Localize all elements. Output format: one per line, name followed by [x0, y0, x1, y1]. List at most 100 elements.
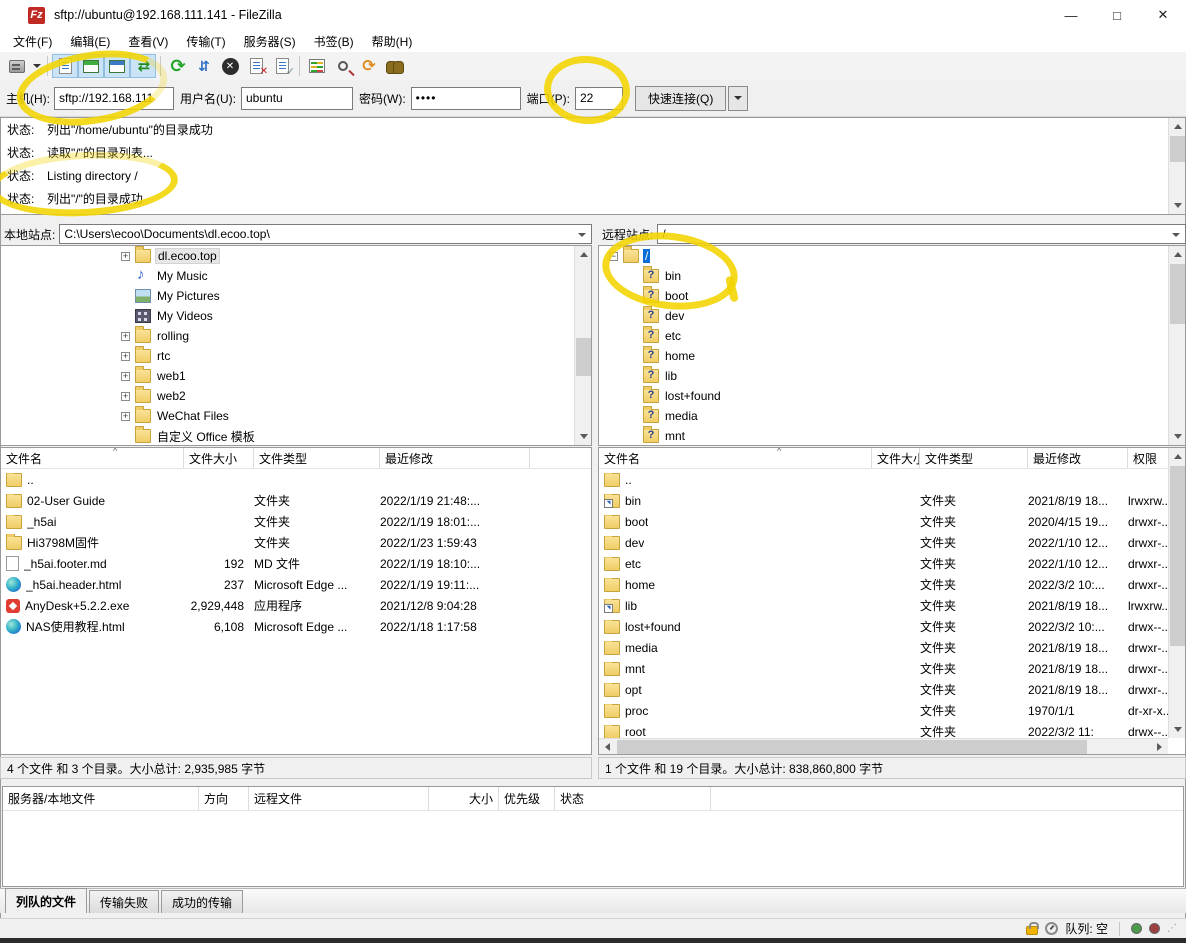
file-row[interactable]: proc文件夹1970/1/1dr-xr-x...	[599, 700, 1185, 721]
tree-item[interactable]: mnt	[599, 426, 1185, 446]
queue-col-remote-file[interactable]: 远程文件	[249, 787, 429, 810]
refresh-icon[interactable]: ⟳	[165, 54, 191, 78]
file-row[interactable]: ..	[1, 469, 591, 490]
column-header-size[interactable]: 文件大小	[872, 448, 920, 468]
file-row[interactable]: dev文件夹2022/1/10 12...drwxr-...	[599, 532, 1185, 553]
site-manager-icon[interactable]	[4, 54, 30, 78]
file-row[interactable]: ..	[599, 469, 1185, 490]
tree-item[interactable]: My Pictures	[1, 286, 591, 306]
tree-item[interactable]: −/	[599, 246, 1185, 266]
disconnect-icon[interactable]: ✕	[243, 54, 269, 78]
file-row[interactable]: _h5ai.header.html237Microsoft Edge ...20…	[1, 574, 591, 595]
tree-item[interactable]: +dl.ecoo.top	[1, 246, 591, 266]
synchronized-browsing-icon[interactable]: ⟳	[356, 54, 382, 78]
file-row[interactable]: home文件夹2022/3/2 10:...drwxr-...	[599, 574, 1185, 595]
column-header-permissions[interactable]: 权限	[1128, 448, 1170, 468]
toggle-transfer-queue-icon[interactable]: ⇄	[130, 54, 156, 78]
username-input[interactable]: ubuntu	[241, 87, 353, 110]
minimize-button[interactable]: —	[1048, 0, 1094, 30]
file-row[interactable]: NAS使用教程.html6,108Microsoft Edge ...2022/…	[1, 616, 591, 637]
column-header-size[interactable]: 文件大小	[184, 448, 254, 468]
tree-item[interactable]: My Videos	[1, 306, 591, 326]
site-manager-dropdown-icon[interactable]	[30, 54, 43, 78]
file-row[interactable]: etc文件夹2022/1/10 12...drwxr-...	[599, 553, 1185, 574]
file-row[interactable]: lib文件夹2021/8/19 18...lrwxrw...	[599, 595, 1185, 616]
tree-item[interactable]: home	[599, 346, 1185, 366]
remote-path-combo[interactable]: /	[657, 224, 1186, 244]
file-row[interactable]: Hi3798M固件文件夹2022/1/23 1:59:43	[1, 532, 591, 553]
tree-item[interactable]: +web2	[1, 386, 591, 406]
tree-item[interactable]: boot	[599, 286, 1185, 306]
column-header-name[interactable]: 文件名	[599, 448, 872, 468]
queue-col-priority[interactable]: 优先级	[499, 787, 555, 810]
file-row[interactable]: mnt文件夹2021/8/19 18...drwxr-...	[599, 658, 1185, 679]
queue-col-direction[interactable]: 方向	[199, 787, 249, 810]
file-row[interactable]: AnyDesk+5.2.2.exe2,929,448应用程序2021/12/8 …	[1, 595, 591, 616]
local-path-combo[interactable]: C:\Users\ecoo\Documents\dl.ecoo.top\	[59, 224, 592, 244]
file-row[interactable]: lost+found文件夹2022/3/2 10:...drwx--...	[599, 616, 1185, 637]
menu-bookmarks[interactable]: 书签(B)	[305, 31, 363, 52]
column-header-type[interactable]: 文件类型	[920, 448, 1028, 468]
file-row[interactable]: opt文件夹2021/8/19 18...drwxr-...	[599, 679, 1185, 700]
toggle-local-tree-icon[interactable]	[78, 54, 104, 78]
file-row[interactable]: _h5ai.footer.md192MD 文件2022/1/19 18:10:.…	[1, 553, 591, 574]
column-header-modified[interactable]: 最近修改	[380, 448, 530, 468]
menu-transfer[interactable]: 传输(T)	[177, 31, 234, 52]
tree-item[interactable]: My Music	[1, 266, 591, 286]
tree-item[interactable]: +WeChat Files	[1, 406, 591, 426]
tab-queued-files[interactable]: 列队的文件	[5, 888, 87, 913]
tree-item[interactable]: +rolling	[1, 326, 591, 346]
remote-list-hscrollbar[interactable]	[599, 738, 1168, 754]
remote-tree-scrollbar[interactable]	[1168, 246, 1185, 445]
tab-failed-transfers[interactable]: 传输失败	[89, 890, 159, 913]
tree-item[interactable]: +web1	[1, 366, 591, 386]
maximize-button[interactable]: □	[1094, 0, 1140, 30]
filename-filters-icon[interactable]	[330, 54, 356, 78]
cancel-operation-icon[interactable]: ✕	[217, 54, 243, 78]
file-row[interactable]: bin文件夹2021/8/19 18...lrwxrw...	[599, 490, 1185, 511]
column-header-type[interactable]: 文件类型	[254, 448, 380, 468]
quickconnect-button[interactable]: 快速连接(Q)	[635, 86, 726, 111]
toggle-message-log-icon[interactable]	[52, 54, 78, 78]
menu-edit[interactable]: 编辑(E)	[61, 31, 119, 52]
menu-view[interactable]: 查看(V)	[119, 31, 177, 52]
log-scrollbar[interactable]	[1168, 118, 1185, 214]
local-tree-scrollbar[interactable]	[574, 246, 591, 445]
port-input[interactable]: 22	[575, 87, 623, 110]
tree-item[interactable]: etc	[599, 326, 1185, 346]
tree-item[interactable]: bin	[599, 266, 1185, 286]
tree-item[interactable]: dev	[599, 306, 1185, 326]
reconnect-icon[interactable]: ✓	[269, 54, 295, 78]
tree-item[interactable]: lib	[599, 366, 1185, 386]
file-row[interactable]: boot文件夹2020/4/15 19...drwxr-...	[599, 511, 1185, 532]
folder-icon	[135, 329, 151, 343]
encryption-lock-icon[interactable]	[1026, 926, 1038, 935]
password-input[interactable]: ••••	[411, 87, 521, 110]
speed-limit-icon[interactable]	[1045, 922, 1058, 935]
process-queue-icon[interactable]: ⇵	[191, 54, 217, 78]
menu-file[interactable]: 文件(F)	[4, 31, 61, 52]
column-header-modified[interactable]: 最近修改	[1028, 448, 1128, 468]
host-input[interactable]: sftp://192.168.111	[54, 87, 174, 110]
quickconnect-dropdown-icon[interactable]	[728, 86, 748, 111]
menu-help[interactable]: 帮助(H)	[363, 31, 422, 52]
tree-item[interactable]: 自定义 Office 模板	[1, 426, 591, 446]
column-header-name[interactable]: 文件名	[1, 448, 184, 468]
toggle-remote-tree-icon[interactable]	[104, 54, 130, 78]
file-row[interactable]: media文件夹2021/8/19 18...drwxr-...	[599, 637, 1185, 658]
menu-server[interactable]: 服务器(S)	[235, 31, 305, 52]
resize-grip[interactable]: ⋰	[1167, 923, 1178, 934]
tab-successful-transfers[interactable]: 成功的传输	[161, 890, 243, 913]
file-row[interactable]: 02-User Guide文件夹2022/1/19 21:48:...	[1, 490, 591, 511]
file-row[interactable]: _h5ai文件夹2022/1/19 18:01:...	[1, 511, 591, 532]
close-button[interactable]: ✕	[1140, 0, 1186, 30]
queue-col-size[interactable]: 大小	[429, 787, 499, 810]
tree-item[interactable]: +rtc	[1, 346, 591, 366]
find-files-icon[interactable]	[382, 54, 408, 78]
directory-comparison-icon[interactable]	[304, 54, 330, 78]
remote-list-scrollbar[interactable]	[1168, 448, 1185, 738]
tree-item[interactable]: lost+found	[599, 386, 1185, 406]
queue-col-server-local[interactable]: 服务器/本地文件	[3, 787, 199, 810]
queue-col-status[interactable]: 状态	[555, 787, 711, 810]
tree-item[interactable]: media	[599, 406, 1185, 426]
